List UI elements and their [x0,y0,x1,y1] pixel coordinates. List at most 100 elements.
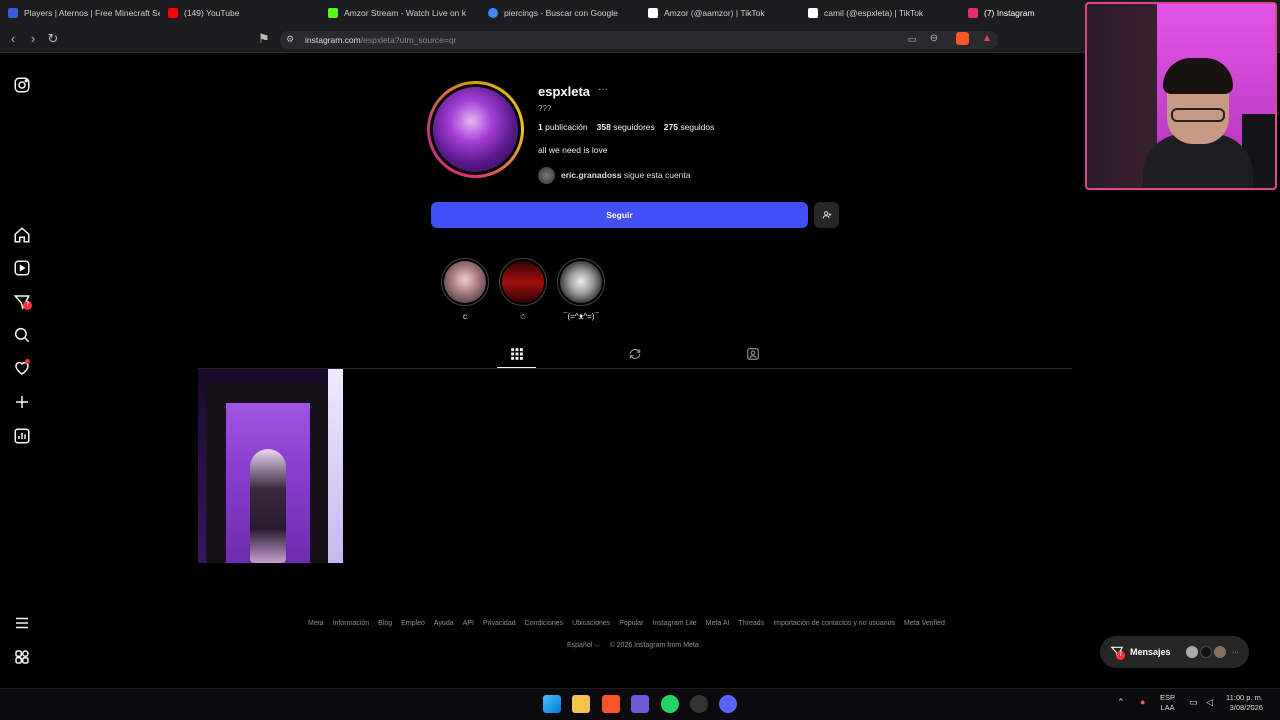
footer-link[interactable]: Instagram Lite [652,620,696,627]
story-highlight[interactable] [441,258,489,306]
add-person-icon [822,211,831,219]
zoom-icon[interactable]: ⊖ [926,31,942,47]
story-highlight[interactable] [499,258,547,306]
contact-avatar [1214,646,1226,658]
story-highlight[interactable] [557,258,605,306]
posts-grid-icon[interactable] [510,347,524,361]
messages-badge: 7 [23,301,32,310]
tiktok-favicon-icon [808,8,818,18]
footer-link[interactable]: Popular [619,620,643,627]
bookmark-icon[interactable]: ⚑ [256,31,272,47]
windows-start-icon[interactable] [543,695,561,713]
footer-link[interactable]: Ubicaciones [572,620,610,627]
copyright: © 2026 Instagram from Meta [609,642,699,649]
webcam-overlay [1085,2,1277,190]
keyboard-language[interactable]: ESP LAA [1160,693,1175,713]
profile-options-icon[interactable]: ··· [598,84,608,95]
microphone-icon[interactable]: ● [1140,697,1145,707]
browser-tab[interactable]: piercings - Buscar con Google [480,0,640,26]
dashboard-icon[interactable] [13,427,31,445]
clock[interactable]: 11:00 p. m. 3/08/2026 [1226,693,1263,713]
footer-link[interactable]: Privacidad [483,620,516,627]
footer-link[interactable]: Meta [308,620,324,627]
notification-dot [25,359,30,364]
create-icon[interactable] [13,393,31,411]
search-icon[interactable] [13,326,31,344]
footer-link[interactable]: Blog [378,620,392,627]
profile-bio: all we need is love [538,145,608,155]
profile-avatar[interactable] [427,81,524,178]
follower-username: eric.granadoss [561,170,622,180]
instagram-icon[interactable] [13,76,31,94]
tagged-icon[interactable] [746,347,760,361]
tray-overflow-icon[interactable]: ⌃ [1117,697,1125,707]
reload-icon[interactable]: ↻ [45,31,61,47]
forward-icon[interactable]: › [25,31,41,47]
messages-icon: 7 [1110,645,1125,660]
more-icon[interactable] [13,648,31,666]
footer-link[interactable]: Condiciones [525,620,564,627]
follow-button[interactable]: Seguir [431,202,808,228]
posts-stat: 1 publicación [538,122,588,132]
home-icon[interactable] [13,226,31,244]
cast-icon[interactable]: ▭ [904,31,920,47]
discord-icon[interactable] [719,695,737,713]
footer-link[interactable]: Importación de contactos y no usuarios [773,620,895,627]
highlight-label: ¯(=^ᴥ^=)¯ [563,312,599,321]
profile-pronoun: ??? [538,104,552,113]
follower-avatar [538,166,555,184]
browser-tab[interactable]: Players | Aternos | Free Minecraft Se [0,0,160,26]
footer-link[interactable]: API [463,620,474,627]
brave-browser-icon[interactable] [602,695,620,713]
messages-widget[interactable]: 7 Mensajes ··· [1100,636,1249,668]
browser-tab[interactable]: camil (@espxleta) | TikTok [800,0,960,26]
followed-by[interactable]: eric.granadoss sigue esta cuenta [538,166,691,184]
post-thumbnail[interactable] [198,369,343,563]
aternos-favicon-icon [8,8,18,18]
messages-label: Mensajes [1130,647,1171,657]
back-icon[interactable]: ‹ [5,31,21,47]
site-info-icon[interactable]: ⚙ [282,31,298,47]
steam-icon[interactable] [690,695,708,713]
footer-link[interactable]: Meta Verified [904,620,945,627]
contact-avatar [1186,646,1198,658]
footer-link[interactable]: Meta AI [706,620,730,627]
browser-tab[interactable]: (149) YouTube [160,0,320,26]
following-stat[interactable]: 275 seguidos [664,122,715,132]
profile-stats: 1 publicación 358 seguidores 275 seguido… [538,122,714,132]
language-select[interactable]: Español ⌵ [567,642,600,650]
browser-tab-active[interactable]: (7) Instagram [960,0,1080,26]
whatsapp-icon[interactable] [661,695,679,713]
messages-more-icon[interactable]: ··· [1232,649,1239,656]
profile-photo [430,84,521,175]
browser-tab[interactable]: Amzor (@aamzor) | TikTok [640,0,800,26]
game-app-icon[interactable] [631,695,649,713]
followers-stat[interactable]: 358 seguidores [597,122,655,132]
network-icon[interactable]: ▭ [1189,697,1198,707]
brave-shield-icon[interactable] [956,32,969,45]
notifications-icon[interactable] [13,359,31,377]
reels-icon[interactable] [13,259,31,277]
profile-username: espxleta [538,84,591,99]
messages-icon[interactable]: 7 [13,293,32,311]
active-tab-indicator [497,367,536,368]
suggested-users-button[interactable] [814,202,839,228]
reposts-icon[interactable] [628,347,642,361]
browser-tab[interactable]: Amzor Stream - Watch Live on k [320,0,480,26]
volume-icon[interactable]: ◁ [1206,697,1213,707]
file-explorer-icon[interactable] [572,695,590,713]
footer-link[interactable]: Ayuda [434,620,454,627]
highlight-label: ☃ [519,312,527,321]
footer-link[interactable]: Empleo [401,620,425,627]
messages-widget-badge: 7 [1116,651,1125,660]
brave-rewards-icon[interactable]: ▲ [979,31,995,47]
tiktok-favicon-icon [648,8,658,18]
kick-favicon-icon [328,8,338,18]
instagram-favicon-icon [968,8,978,18]
footer-link[interactable]: Threads [739,620,765,627]
menu-icon[interactable] [13,614,31,632]
youtube-favicon-icon [168,8,178,18]
footer-link[interactable]: Información [333,620,370,627]
highlight-label: c [463,312,467,321]
contact-avatar [1200,646,1212,658]
